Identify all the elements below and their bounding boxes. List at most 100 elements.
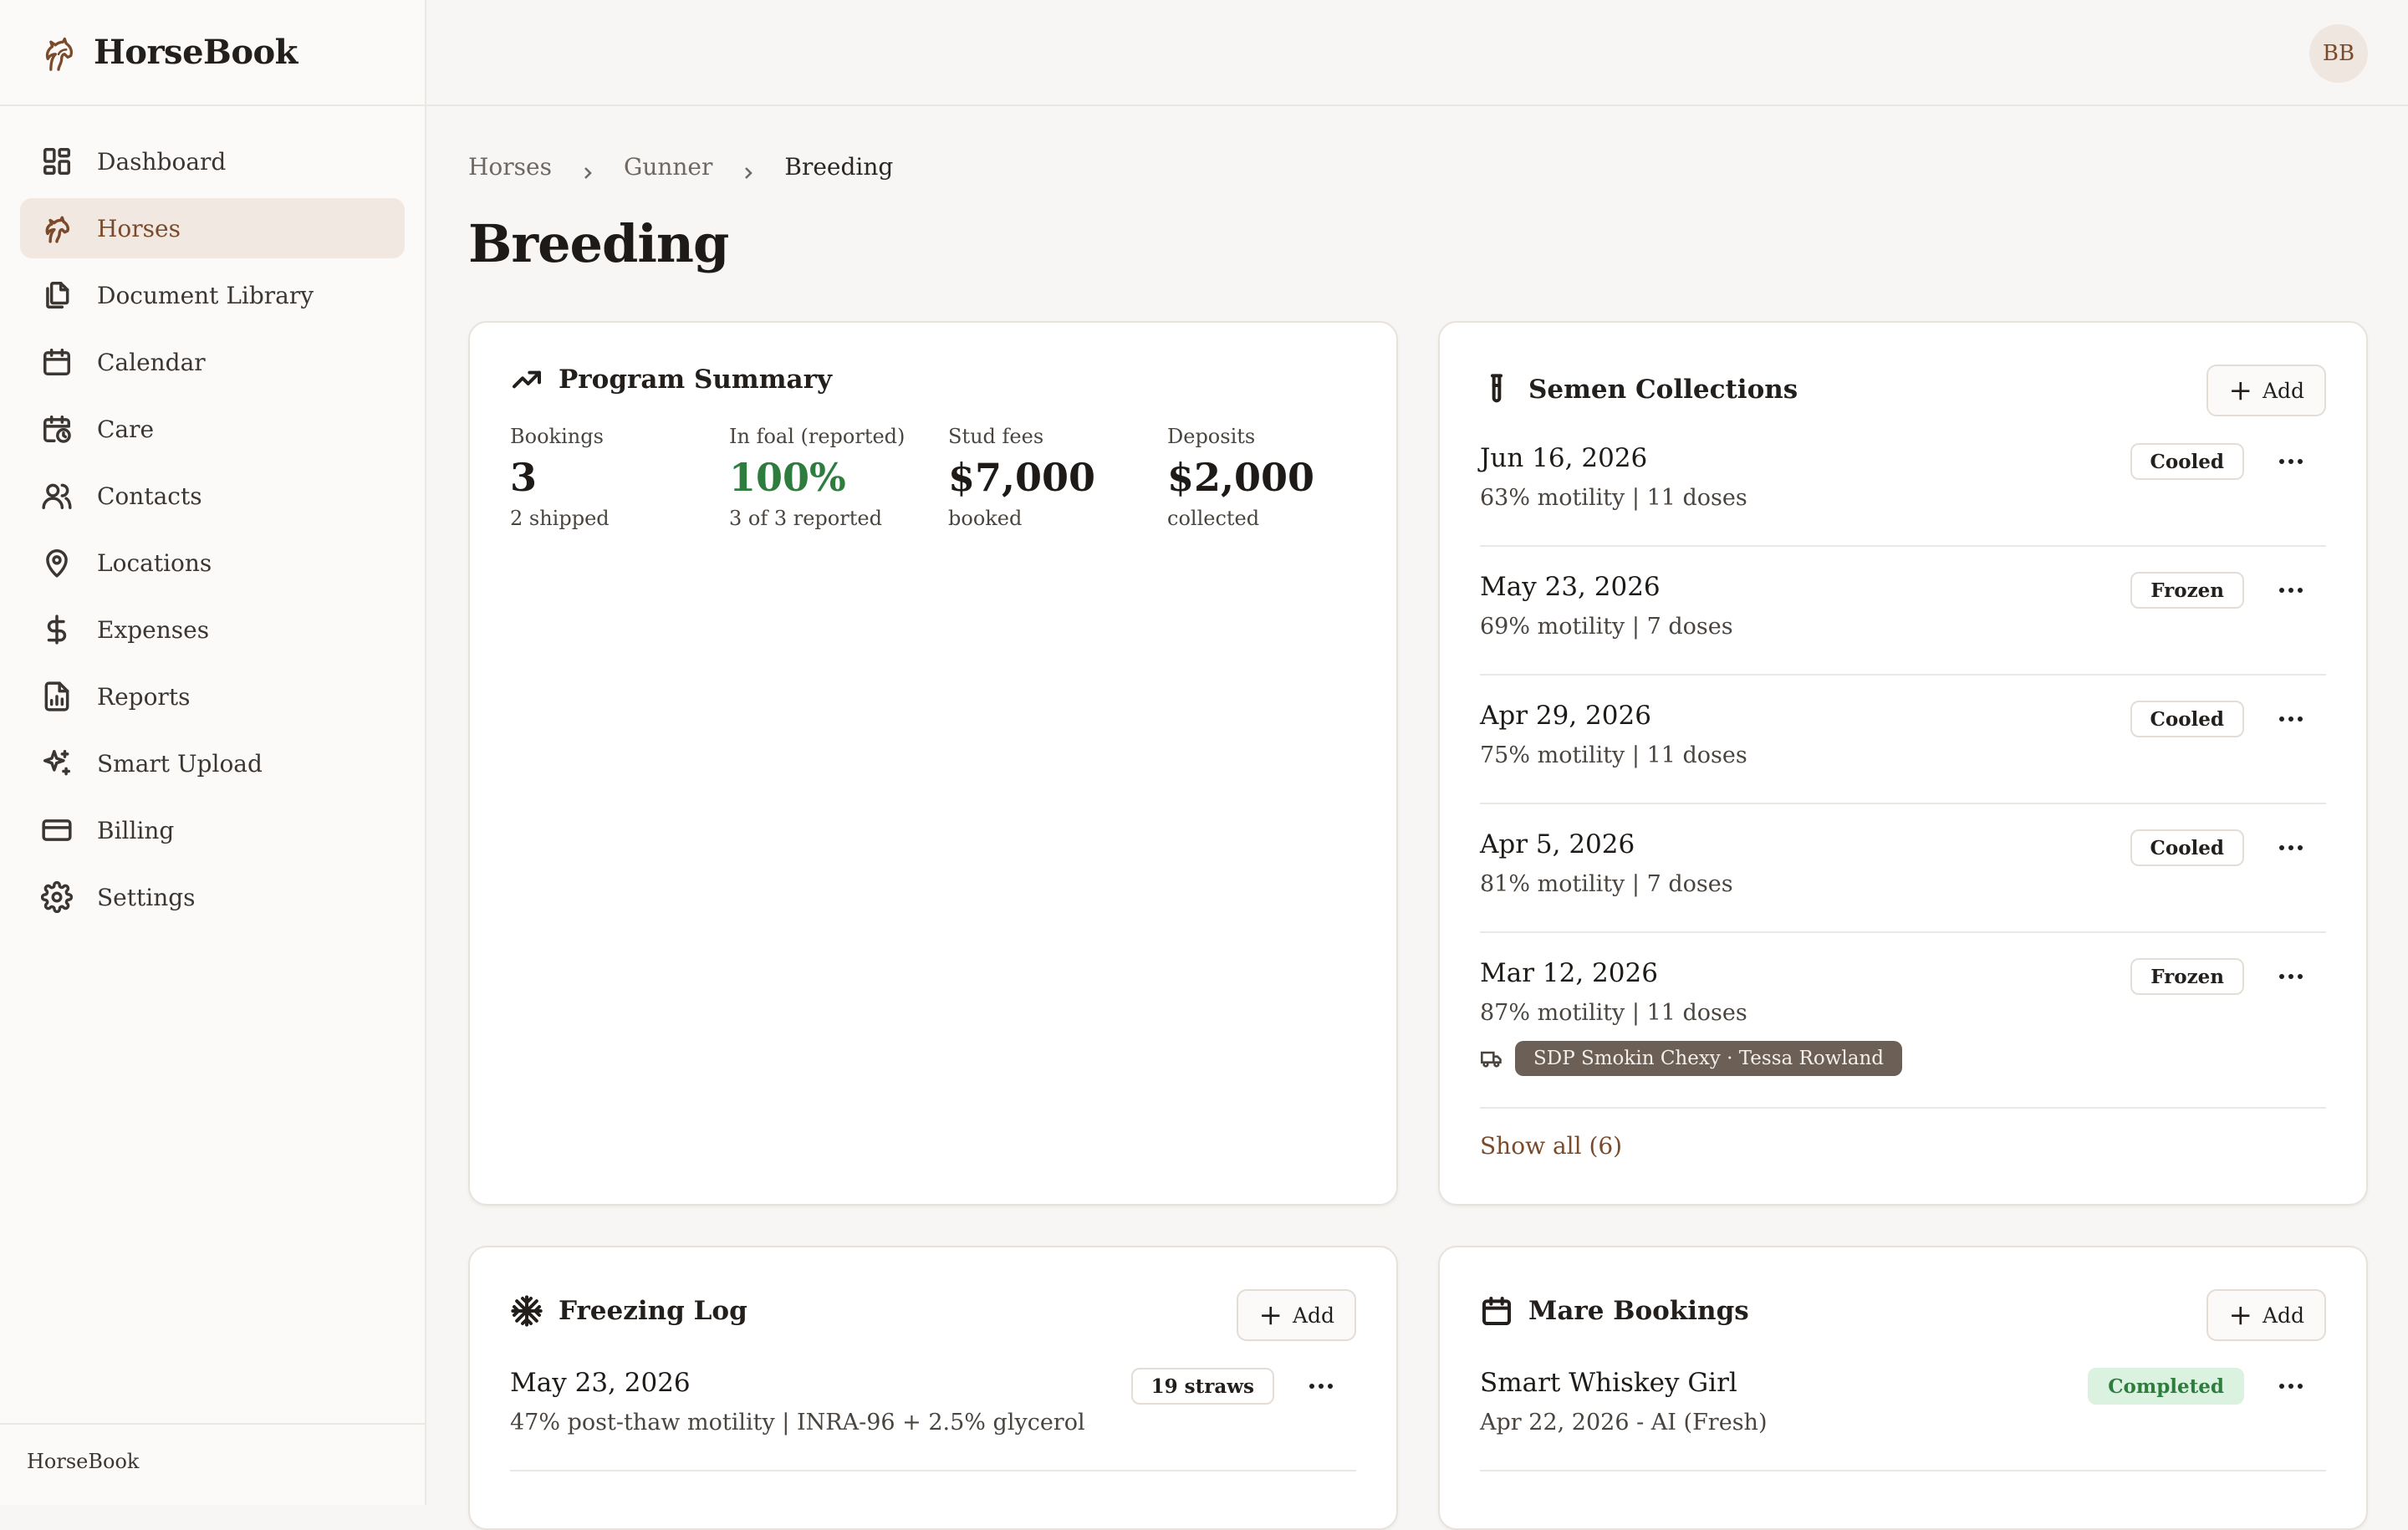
program-summary-card: Program Summary Bookings 3 2 shipped In …	[468, 321, 1398, 1206]
stat-sub: 2 shipped	[510, 507, 610, 530]
stat-label: In foal (reported)	[729, 425, 906, 448]
stat-stud-fees: Stud fees $7,000 booked	[948, 425, 1167, 530]
sidebar-item-billing[interactable]: Billing	[20, 800, 405, 860]
sidebar-item-calendar[interactable]: Calendar	[20, 332, 405, 392]
freezing-log-header: Freezing Log	[510, 1294, 747, 1328]
sidebar-item-contacts[interactable]: Contacts	[20, 466, 405, 526]
dashboard-icon	[40, 145, 74, 178]
booking-meta: Apr 22, 2026 - AI (Fresh)	[1480, 1410, 1768, 1436]
sidebar-item-locations[interactable]: Locations	[20, 533, 405, 593]
freezing-meta: 47% post-thaw motility | INRA-96 + 2.5% …	[510, 1410, 1085, 1436]
snowflake-icon	[511, 1295, 543, 1327]
straws-badge: 19 straws	[1130, 1368, 1274, 1405]
collection-meta: 63% motility | 11 doses	[1480, 485, 1747, 511]
avatar[interactable]: BB	[2309, 24, 2368, 83]
stat-value: $7,000	[948, 455, 1096, 500]
sidebar: HorseBook Dashboard Horses Document Libr…	[0, 0, 426, 1505]
more-icon[interactable]	[2274, 704, 2308, 734]
page-title: Breeding	[468, 213, 729, 274]
more-icon[interactable]	[1304, 1371, 1338, 1401]
semen-collections-card: Semen Collections + Add Jun 16, 2026 63%…	[1438, 321, 2368, 1206]
breadcrumb: Horses Gunner Breeding	[468, 150, 2368, 183]
test-tube-icon	[1491, 374, 1502, 403]
sidebar-item-settings[interactable]: Settings	[20, 867, 405, 927]
collection-row[interactable]: Mar 12, 2026 87% motility | 11 doses Fro…	[1480, 958, 2326, 1109]
sidebar-item-smart-upload[interactable]: Smart Upload	[20, 733, 405, 793]
collection-meta: 69% motility | 7 doses	[1480, 614, 1733, 640]
sidebar-item-label: Care	[97, 415, 155, 443]
breadcrumb-horses[interactable]: Horses	[468, 153, 552, 181]
sidebar-item-label: Settings	[97, 883, 196, 911]
sidebar-item-dashboard[interactable]: Dashboard	[20, 131, 405, 191]
sidebar-item-document-library[interactable]: Document Library	[20, 265, 405, 325]
button-label: Add	[2262, 1303, 2304, 1328]
add-collection-button[interactable]: + Add	[2206, 365, 2326, 416]
more-icon[interactable]	[2274, 446, 2308, 477]
stat-value: 100%	[729, 455, 846, 500]
card-title: Mare Bookings	[1528, 1296, 1749, 1326]
brand[interactable]: HorseBook	[0, 0, 425, 106]
shipment-row: SDP Smokin Chexy · Tessa Rowland	[1480, 1041, 2326, 1076]
sidebar-item-label: Contacts	[97, 482, 202, 510]
sidebar-item-label: Horses	[97, 214, 181, 242]
button-label: Add	[2262, 378, 2304, 403]
calendar-icon	[1482, 1297, 1511, 1325]
collection-row[interactable]: Jun 16, 2026 63% motility | 11 doses Coo…	[1480, 443, 2326, 547]
more-icon[interactable]	[2274, 833, 2308, 863]
sidebar-item-reports[interactable]: Reports	[20, 666, 405, 727]
sidebar-item-label: Smart Upload	[97, 749, 263, 778]
breadcrumb-gunner[interactable]: Gunner	[624, 153, 712, 181]
stat-sub: 3 of 3 reported	[729, 507, 882, 530]
chevron-right-icon	[741, 159, 756, 179]
sidebar-item-expenses[interactable]: Expenses	[20, 599, 405, 660]
stat-sub: booked	[948, 507, 1023, 530]
button-label: Add	[1292, 1303, 1334, 1328]
documents-icon	[40, 278, 74, 312]
stat-label: Bookings	[510, 425, 604, 448]
sidebar-item-care[interactable]: Care	[20, 399, 405, 459]
calendar-clock-icon	[40, 412, 74, 446]
freezing-log-card: Freezing Log + Add May 23, 2026 47% post…	[468, 1246, 1398, 1530]
shipment-tag[interactable]: SDP Smokin Chexy · Tessa Rowland	[1515, 1041, 1902, 1076]
sidebar-item-horses[interactable]: Horses	[20, 198, 405, 258]
semen-collections-header: Semen Collections	[1480, 373, 1798, 406]
sidebar-item-label: Billing	[97, 816, 175, 844]
stat-value: 3	[510, 455, 538, 500]
add-freezing-button[interactable]: + Add	[1237, 1289, 1356, 1341]
collection-row[interactable]: Apr 29, 2026 75% motility | 11 doses Coo…	[1480, 701, 2326, 804]
main-content: Horses Gunner Breeding Breeding	[468, 106, 2368, 275]
mare-bookings-header: Mare Bookings	[1480, 1294, 1749, 1328]
add-booking-button[interactable]: + Add	[2206, 1289, 2326, 1341]
summary-stats: Bookings 3 2 shipped In foal (reported) …	[510, 425, 1386, 530]
collection-row[interactable]: May 23, 2026 69% motility | 7 doses Froz…	[1480, 572, 2326, 676]
sidebar-item-label: Reports	[97, 682, 191, 711]
mare-bookings-card: Mare Bookings + Add Smart Whiskey Girl A…	[1438, 1246, 2368, 1530]
sidebar-item-label: Calendar	[97, 348, 206, 376]
stat-value: $2,000	[1167, 455, 1315, 500]
chevron-right-icon	[580, 159, 595, 179]
show-all-link[interactable]: Show all (6)	[1480, 1132, 1622, 1160]
more-icon[interactable]	[2274, 1371, 2308, 1401]
map-pin-icon	[40, 546, 74, 579]
collection-meta: 81% motility | 7 doses	[1480, 871, 1733, 897]
top-bar: BB	[426, 0, 2408, 106]
plus-icon: +	[1258, 1298, 1283, 1332]
status-badge: Cooled	[2130, 443, 2244, 480]
truck-icon	[1481, 1051, 1502, 1068]
status-badge: Completed	[2088, 1368, 2244, 1405]
collection-row[interactable]: Apr 5, 2026 81% motility | 7 doses Coole…	[1480, 829, 2326, 933]
stat-in-foal: In foal (reported) 100% 3 of 3 reported	[729, 425, 948, 530]
card-title: Semen Collections	[1528, 375, 1798, 405]
freezing-row[interactable]: May 23, 2026 47% post-thaw motility | IN…	[510, 1368, 1356, 1471]
gear-icon	[40, 880, 74, 914]
sidebar-footer: HorseBook	[0, 1423, 425, 1505]
sidebar-nav: Dashboard Horses Document Library Calend…	[0, 106, 425, 927]
contacts-icon	[40, 479, 74, 513]
booking-row[interactable]: Smart Whiskey Girl Apr 22, 2026 - AI (Fr…	[1480, 1368, 2326, 1471]
sidebar-item-label: Locations	[97, 548, 212, 577]
more-icon[interactable]	[2274, 961, 2308, 992]
report-icon	[40, 680, 74, 713]
calendar-icon	[40, 345, 74, 379]
more-icon[interactable]	[2274, 575, 2308, 605]
trending-up-icon	[513, 370, 541, 389]
